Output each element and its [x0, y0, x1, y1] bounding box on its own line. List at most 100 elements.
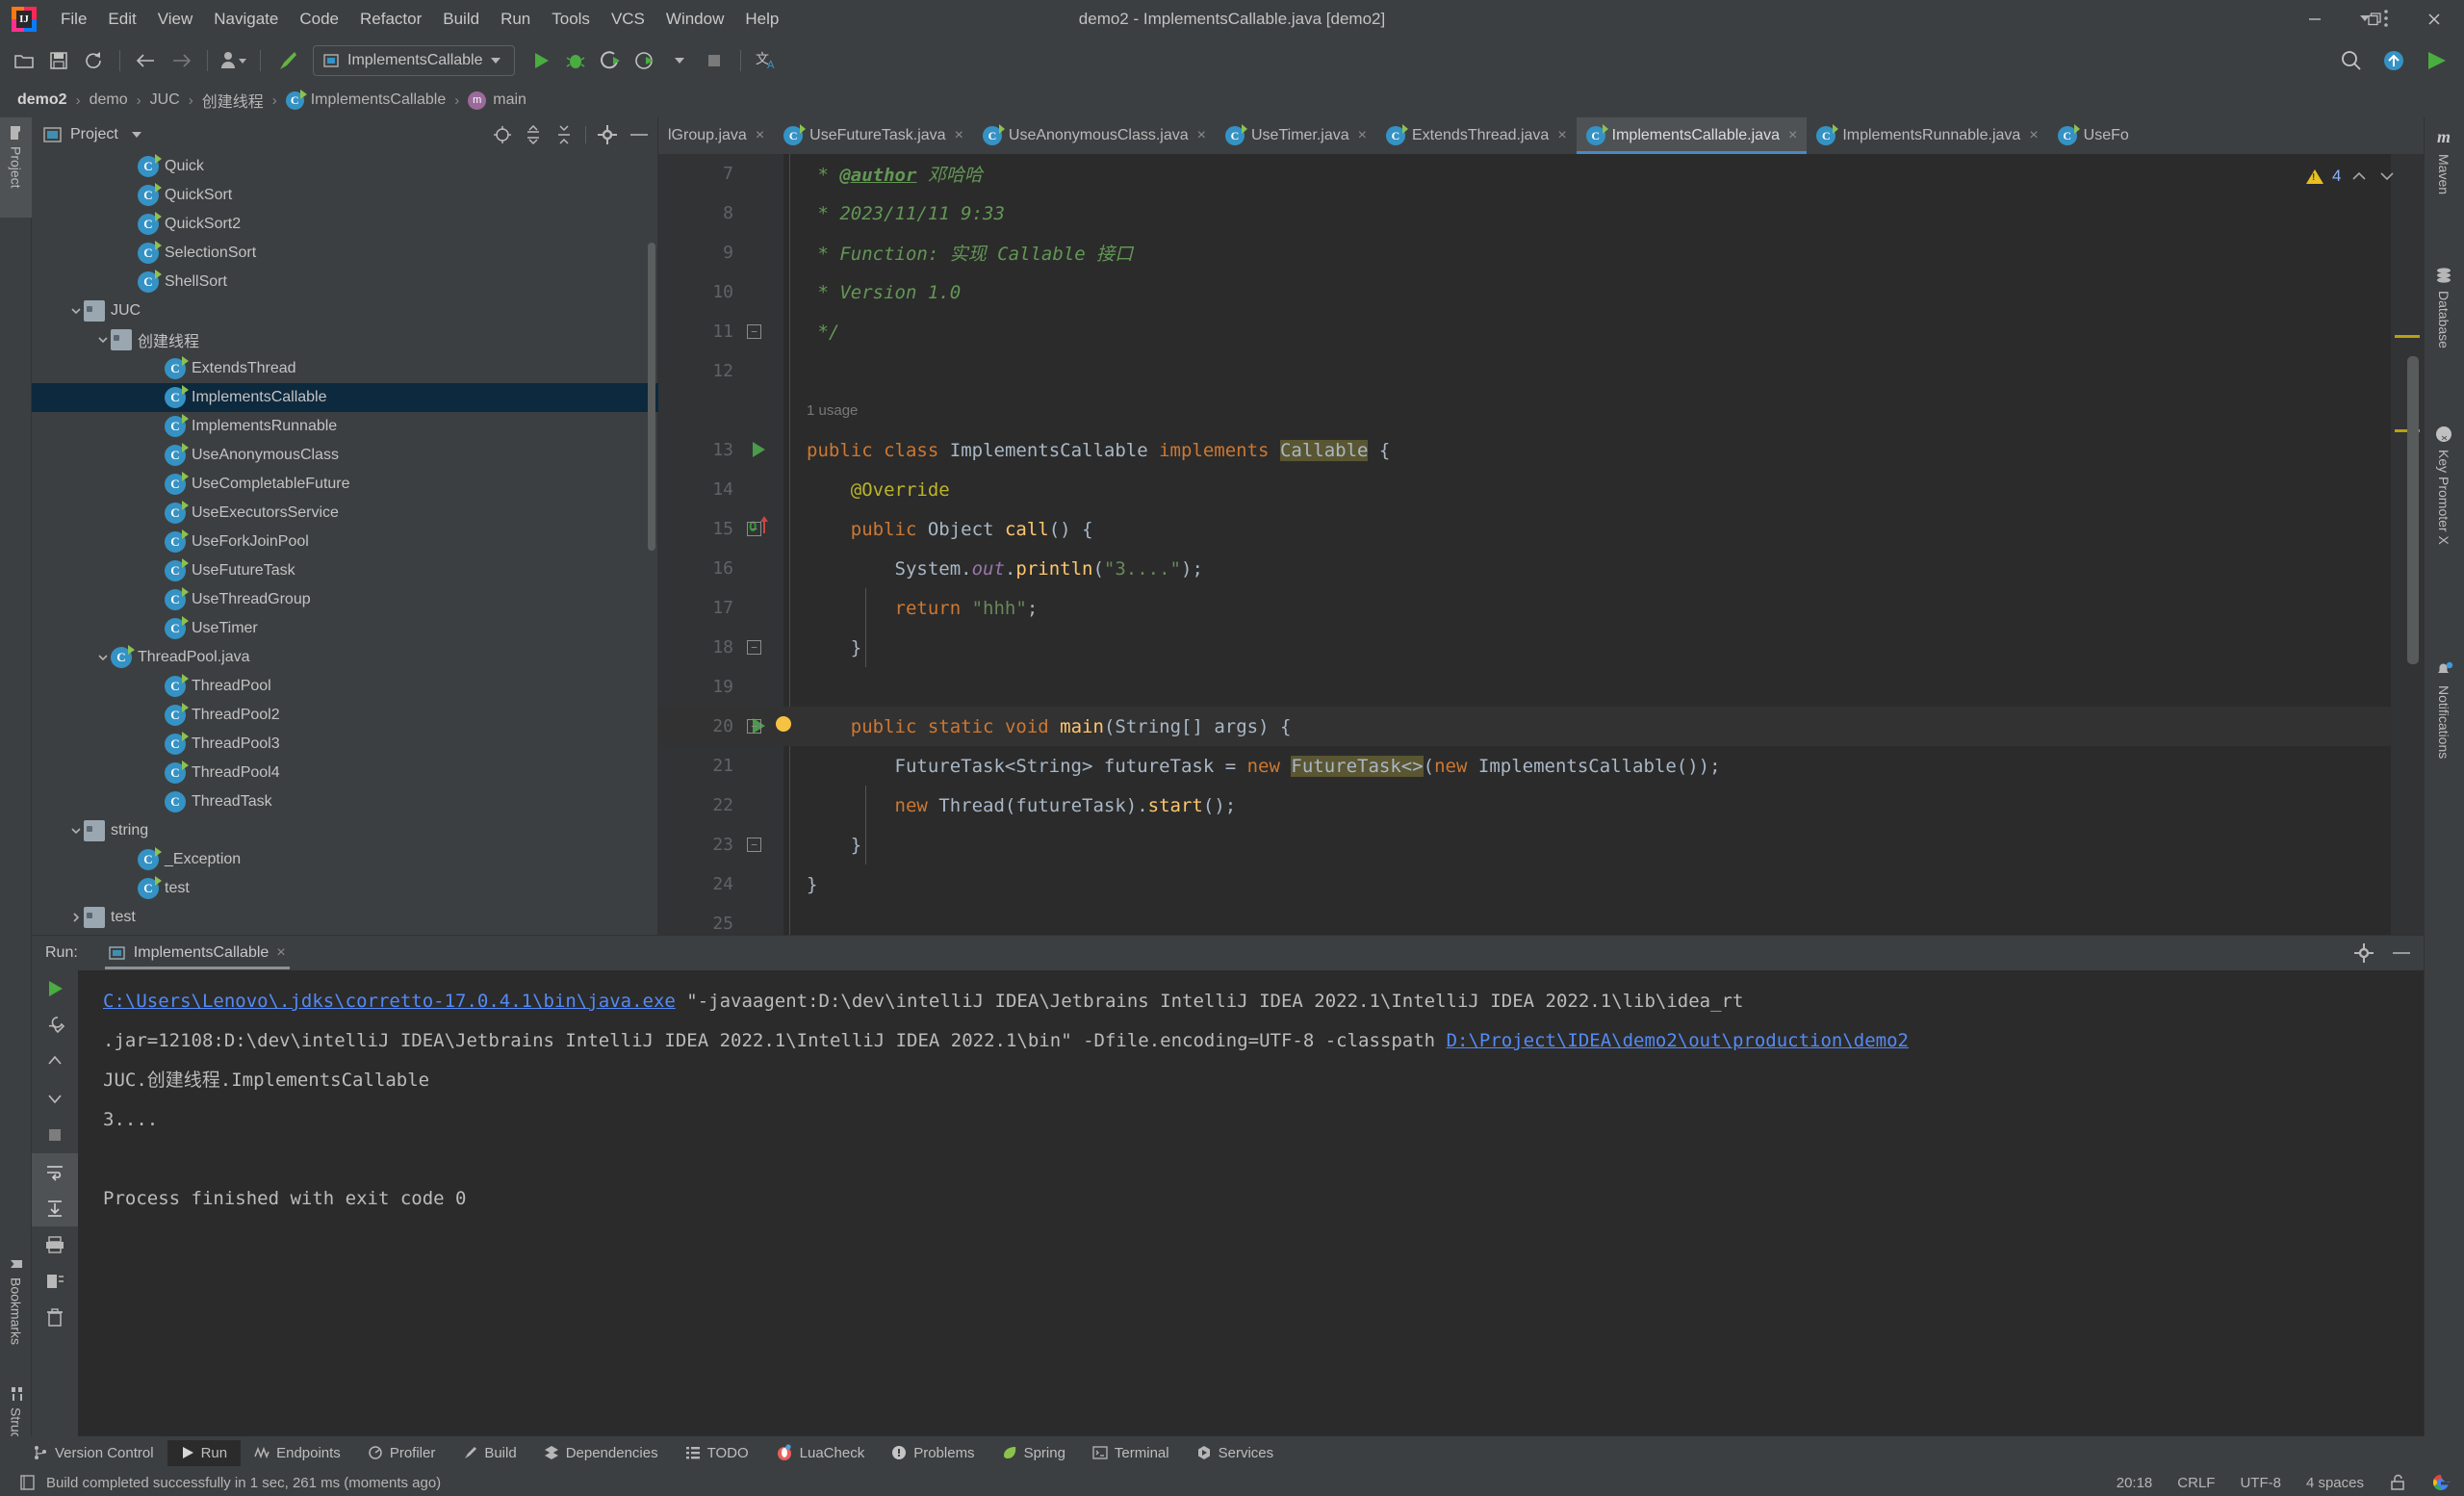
collapse-all-icon[interactable]: [554, 125, 574, 144]
run-gutter-icon[interactable]: [753, 442, 765, 457]
hide-icon[interactable]: [2391, 943, 2412, 963]
close-icon[interactable]: ×: [276, 944, 285, 962]
tree-item[interactable]: C UseAnonymousClass: [32, 441, 658, 470]
rerun-icon[interactable]: [32, 970, 78, 1007]
gutter-marker-area[interactable]: [743, 391, 783, 430]
run-green-icon[interactable]: [2420, 44, 2452, 77]
file-encoding[interactable]: UTF-8: [2240, 1475, 2281, 1491]
breadcrumb-item-2[interactable]: JUC: [144, 90, 186, 111]
code-editor[interactable]: 7 * @author 邓哈哈 8 * 2023/11/11 9:33 9 * Fu…: [658, 154, 2391, 935]
stop-icon[interactable]: [698, 44, 731, 77]
editor-tab-active[interactable]: C ImplementsCallable.java ×: [1576, 117, 1808, 154]
tree-item[interactable]: C QuickSort2: [32, 210, 658, 239]
tree-item[interactable]: C ShellSort: [32, 268, 658, 297]
editor-scrollbar[interactable]: [2407, 356, 2419, 664]
chevron-right-icon[interactable]: [68, 903, 84, 932]
locate-icon[interactable]: [493, 125, 512, 144]
editor-tab[interactable]: lGroup.java ×: [658, 117, 774, 154]
scroll-to-end-icon[interactable]: [32, 1190, 78, 1226]
bottom-tool-terminal[interactable]: Terminal: [1079, 1440, 1183, 1466]
gutter-marker-area[interactable]: [743, 549, 783, 588]
hammer-build-icon[interactable]: [270, 44, 303, 77]
sidebar-item-key-promoter[interactable]: x Key Promoter X: [2424, 416, 2464, 632]
menu-item-window[interactable]: Window: [655, 5, 734, 34]
menu-item-run[interactable]: Run: [490, 5, 541, 34]
console-link[interactable]: C:\Users\Lenovo\.jdks\corretto-17.0.4.1\…: [103, 991, 676, 1012]
tree-item[interactable]: C ThreadPool: [32, 672, 658, 701]
gutter-marker-area[interactable]: [743, 786, 783, 825]
breadcrumb-item-0[interactable]: demo2: [12, 90, 73, 111]
chevron-up-icon[interactable]: [2349, 168, 2369, 184]
user-profile-icon[interactable]: [218, 44, 250, 77]
bottom-tool-todo[interactable]: TODO: [672, 1440, 762, 1466]
tree-item[interactable]: C UseForkJoinPool: [32, 528, 658, 556]
debug-icon[interactable]: [559, 44, 592, 77]
breadcrumb-item-5[interactable]: m main: [462, 90, 532, 112]
bottom-tool-version-control[interactable]: Version Control: [19, 1440, 167, 1466]
gutter-marker-area[interactable]: [743, 233, 783, 272]
breadcrumb-item-4[interactable]: C ImplementsCallable: [280, 89, 452, 112]
project-tree[interactable]: C Quick C QuickSort C QuickSort2 C SelectionSor…: [32, 152, 658, 935]
chevron-down-icon[interactable]: [663, 44, 696, 77]
gutter-marker-area[interactable]: [743, 351, 783, 391]
tree-item[interactable]: C _Exception: [32, 845, 658, 874]
scroll-down-icon[interactable]: [32, 1080, 78, 1117]
menu-item-vcs[interactable]: VCS: [601, 5, 655, 34]
bottom-tool-luacheck[interactable]: LuaCheck: [762, 1439, 879, 1466]
editor-tab[interactable]: C ExtendsThread.java ×: [1376, 117, 1577, 154]
tree-item[interactable]: C UseCompletableFuture: [32, 470, 658, 499]
gutter-marker-area[interactable]: [743, 864, 783, 904]
expand-all-icon[interactable]: [524, 125, 543, 144]
close-icon[interactable]: ×: [1197, 127, 1206, 144]
editor-tab[interactable]: C UseTimer.java ×: [1216, 117, 1376, 154]
tree-item[interactable]: C ThreadPool3: [32, 730, 658, 759]
sidebar-item-notifications[interactable]: Notifications: [2424, 652, 2464, 844]
bottom-tool-build[interactable]: Build: [449, 1440, 529, 1466]
breadcrumb-item-3[interactable]: 创建线程: [196, 87, 270, 114]
settings-gear-icon[interactable]: [2354, 943, 2374, 963]
navigate-back-icon[interactable]: [130, 44, 163, 77]
console-link[interactable]: D:\Project\IDEA\demo2\out\production\dem…: [1447, 1030, 1909, 1051]
tree-item[interactable]: C UseThreadGroup: [32, 585, 658, 614]
tree-item[interactable]: C UseTimer: [32, 614, 658, 643]
bottom-tool-problems[interactable]: Problems: [878, 1440, 988, 1466]
tree-item-selected[interactable]: C ImplementsCallable: [32, 383, 658, 412]
gutter-marker-area[interactable]: [743, 154, 783, 193]
tree-item[interactable]: 创建线程: [32, 325, 658, 354]
close-icon[interactable]: ×: [2029, 127, 2038, 144]
chevron-down-icon[interactable]: [68, 816, 84, 845]
editor-analyze-bar[interactable]: [2391, 154, 2424, 935]
chevron-down-icon[interactable]: [95, 325, 111, 354]
navigate-forward-icon[interactable]: [165, 44, 197, 77]
chevron-down-icon[interactable]: [2360, 15, 2370, 21]
run-with-coverage-icon[interactable]: [594, 44, 627, 77]
bottom-tool-profiler[interactable]: Profiler: [354, 1440, 449, 1466]
intention-bulb-icon[interactable]: [776, 716, 791, 732]
tree-item[interactable]: test: [32, 903, 658, 932]
trash-icon[interactable]: [32, 1300, 78, 1336]
tree-item[interactable]: C ImplementsRunnable: [32, 412, 658, 441]
run-icon[interactable]: [525, 44, 557, 77]
menu-item-build[interactable]: Build: [432, 5, 490, 34]
code-fold-end-icon[interactable]: −: [747, 324, 761, 339]
google-account-icon[interactable]: [2431, 1473, 2451, 1492]
menu-item-edit[interactable]: Edit: [97, 5, 146, 34]
close-icon[interactable]: ×: [1788, 127, 1797, 144]
chevron-down-icon[interactable]: [95, 643, 111, 672]
tree-item[interactable]: C ThreadTask: [32, 787, 658, 816]
chevron-down-icon[interactable]: [131, 132, 141, 138]
tree-item[interactable]: string: [32, 816, 658, 845]
hide-icon[interactable]: [629, 125, 650, 144]
tree-item[interactable]: C ThreadPool4: [32, 759, 658, 787]
wrench-icon[interactable]: [32, 1007, 78, 1044]
tree-item[interactable]: C QuickSort: [32, 181, 658, 210]
sidebar-item-bookmarks[interactable]: Bookmarks: [0, 1249, 32, 1368]
sidebar-item-maven[interactable]: m Maven: [2424, 117, 2464, 243]
search-everywhere-icon[interactable]: [2335, 44, 2368, 77]
menu-item-view[interactable]: View: [147, 5, 204, 34]
more-options-icon[interactable]: [2383, 8, 2389, 29]
chevron-down-icon[interactable]: [490, 57, 500, 64]
code-fold-icon[interactable]: −: [747, 719, 761, 734]
stop-icon[interactable]: [32, 1117, 78, 1153]
editor-tab[interactable]: C ImplementsRunnable.java ×: [1807, 117, 2047, 154]
